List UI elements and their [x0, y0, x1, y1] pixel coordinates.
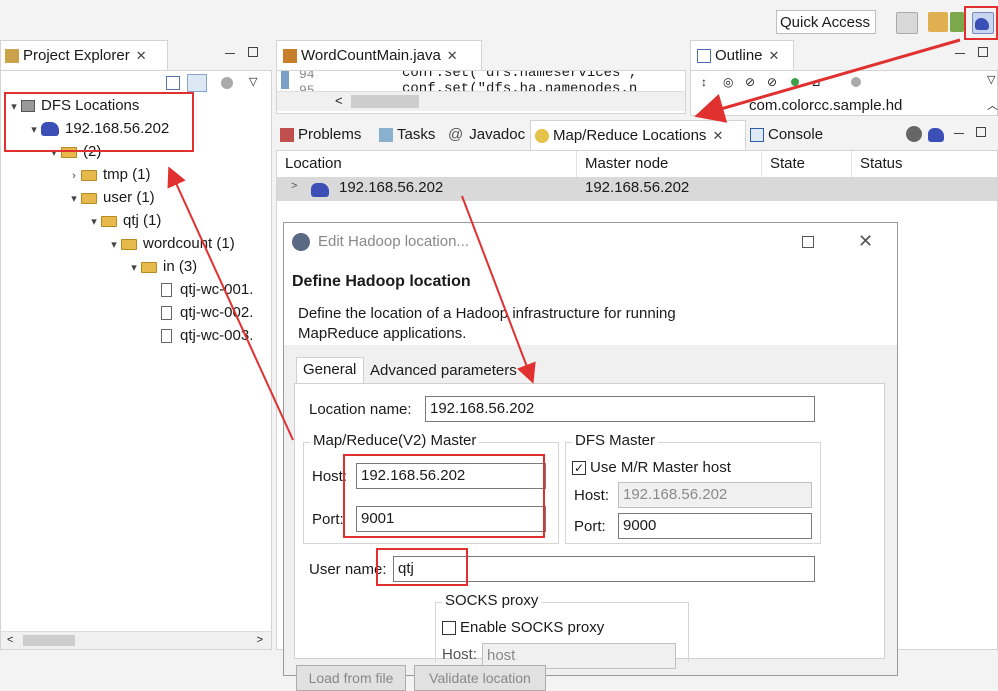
annotation-arrow [167, 166, 294, 441]
annotation-arrow [461, 195, 536, 384]
annotation-arrows [167, 38, 961, 441]
annotation-arrow [694, 38, 961, 123]
